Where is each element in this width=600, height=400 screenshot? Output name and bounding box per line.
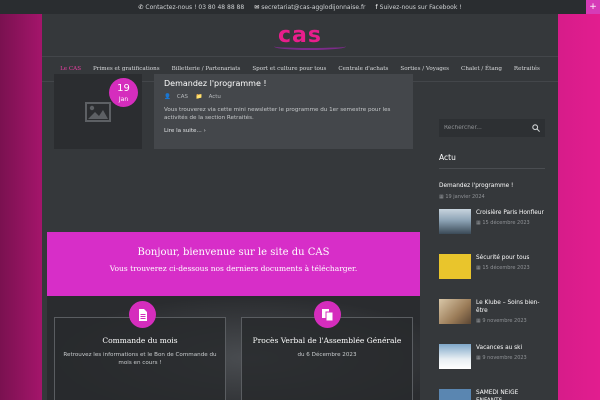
card-description: Retrouvez les informations et le Bon de …: [63, 352, 217, 366]
sidebar-item-title[interactable]: Le Klube – Soins bien-être: [476, 299, 545, 315]
post-excerpt: Vous trouverez via cette mini newsletter…: [164, 107, 391, 121]
sidebar-item-date: ▦ 15 décembre 2023: [476, 220, 530, 226]
nav-item-primes[interactable]: Primes et gratifications: [87, 66, 166, 72]
post-category[interactable]: Actu: [209, 94, 221, 100]
search-input[interactable]: [439, 119, 527, 137]
welcome-subtitle: Vous trouverez ci-dessous nos derniers d…: [109, 264, 358, 273]
date-badge: 19 Jan: [109, 78, 138, 107]
sidebar-item[interactable]: Vacances au ski ▦ 9 novembre 2023: [439, 344, 545, 380]
document-card-commande[interactable]: Commande du mois Retrouvez les informati…: [54, 317, 226, 400]
post-author[interactable]: CAS: [177, 94, 188, 100]
top-contact-bar: ✆ Contactez-nous ! 03 80 48 88 88 ✉ secret…: [0, 0, 600, 14]
site-logo[interactable]: cas: [274, 23, 346, 50]
sidebar-item[interactable]: Sécurité pour tous ▦ 15 décembre 2023: [439, 254, 545, 290]
featured-post-date: ▦ 19 janvier 2024: [439, 194, 485, 200]
facebook-icon: f: [375, 3, 378, 11]
image-placeholder-icon: [85, 101, 111, 122]
corner-toggle-button[interactable]: +: [586, 0, 600, 14]
welcome-title: Bonjour, bienvenue sur le site du CAS: [137, 247, 330, 258]
post-meta: 👤 CAS 📁 Actu: [164, 94, 403, 100]
featured-post-link[interactable]: Demandez l'programme !: [439, 183, 545, 189]
nav-item-centrale-achats[interactable]: Centrale d'achats: [332, 66, 394, 72]
sidebar-item-date: ▦ 9 novembre 2023: [476, 355, 527, 361]
facebook-link[interactable]: f Suivez-nous sur Facebook !: [376, 4, 462, 11]
document-card-proces-verbal[interactable]: Procès Verbal de l'Assemblée Générale du…: [241, 317, 413, 400]
document-icon: [129, 301, 156, 328]
nav-item-le-cas[interactable]: Le CAS: [54, 66, 87, 72]
post-body: Demandez l'programme ! 👤 CAS 📁 Actu Vous t…: [154, 74, 413, 122]
nav-item-sport-culture[interactable]: Sport et culture pour tous: [246, 66, 332, 72]
search-button[interactable]: [527, 119, 545, 137]
thumbnail-ski[interactable]: [439, 344, 471, 369]
author-icon: 👤: [164, 94, 171, 100]
sidebar-item-date: ▦ 15 décembre 2023: [476, 265, 530, 271]
sidebar-item-title[interactable]: Croisière Paris Honfleur: [476, 209, 544, 217]
sidebar-item[interactable]: Le Klube – Soins bien-être ▦ 9 novembre 2…: [439, 299, 545, 335]
phone-icon: ✆: [138, 3, 144, 11]
documents-copy-icon: [314, 301, 341, 328]
sidebar-item-date: ▦ 9 novembre 2023: [476, 318, 527, 324]
folder-icon: 📁: [195, 94, 203, 100]
post-title[interactable]: Demandez l'programme !: [164, 79, 403, 88]
sidebar-section-title: Actu: [439, 153, 545, 169]
thumbnail-honfleur[interactable]: [439, 209, 471, 234]
nav-item-sorties-voyages[interactable]: Sorties / Voyages: [394, 66, 455, 72]
sidebar-item[interactable]: Croisière Paris Honfleur ▦ 15 décembre 20…: [439, 209, 545, 245]
nav-item-retraites[interactable]: Retraités: [508, 66, 546, 72]
sidebar-item[interactable]: SAMEDI NEIGE ENFANTS: [439, 389, 545, 400]
thumbnail-securite[interactable]: [439, 254, 471, 279]
sidebar-item-title[interactable]: Vacances au ski: [476, 344, 527, 352]
phone-contact[interactable]: ✆ Contactez-nous ! 03 80 48 88 88: [138, 4, 244, 11]
read-more-link[interactable]: Lire la suite... ›: [154, 122, 413, 149]
sidebar: Actu Demandez l'programme ! ▦ 19 janvier…: [439, 119, 545, 400]
mail-icon: ✉: [254, 3, 260, 11]
card-title: Procès Verbal de l'Assemblée Générale: [252, 336, 402, 345]
search-icon: [532, 124, 540, 132]
sidebar-item-title[interactable]: Sécurité pour tous: [476, 254, 530, 262]
card-description: du 6 Décembre 2023: [297, 352, 357, 358]
thumbnail-samedi-neige[interactable]: [439, 389, 471, 400]
card-title: Commande du mois: [102, 336, 178, 345]
nav-item-chalet-etang[interactable]: Chalet / Étang: [455, 66, 508, 72]
site-header: cas: [42, 14, 558, 56]
thumbnail-klube[interactable]: [439, 299, 471, 324]
sidebar-item-title[interactable]: SAMEDI NEIGE ENFANTS: [476, 389, 545, 400]
post-card: 19 Jan Demandez l'programme ! 👤 CAS 📁 Actu…: [54, 74, 413, 149]
email-contact[interactable]: ✉ secretariat@cas-agglodijonnaise.fr: [254, 4, 365, 11]
search-box: [439, 119, 545, 137]
nav-item-billetterie[interactable]: Billetterie / Partenariats: [166, 66, 247, 72]
welcome-banner: Bonjour, bienvenue sur le site du CAS Vo…: [47, 232, 420, 296]
page-container: cas Le CAS Primes et gratifications Bill…: [42, 14, 558, 400]
